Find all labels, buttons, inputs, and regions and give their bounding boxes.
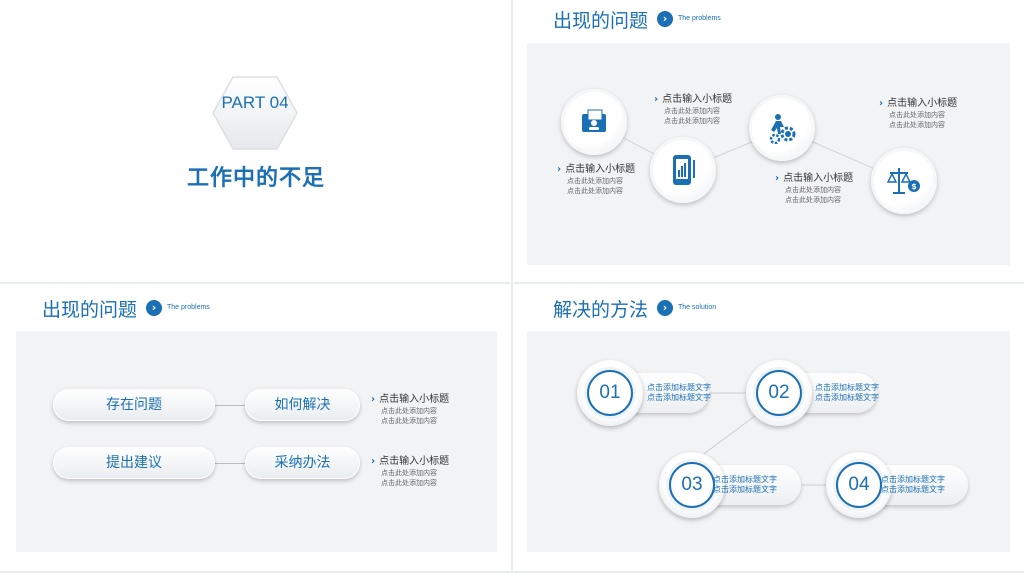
slide-thumbnail-problems-icons[interactable]: 出现的问题 › The problems $ › 点击输入小标题 点击此处添加内… [513, 0, 1024, 282]
part-label: PART 04 [221, 93, 289, 112]
content-area: 存在问题 如何解决 提出建议 采纳办法 › 点击输入小标题 点击此处添加内容 点击… [16, 331, 497, 552]
chevron-right-icon: › [146, 300, 162, 316]
step-number: 03 [669, 462, 715, 508]
chevron-right-icon: › [657, 300, 673, 316]
pill-exist-problem: 存在问题 [53, 389, 215, 421]
connector-line [215, 405, 245, 406]
item-label-3: › 点击输入小标题 点击此处添加内容 点击此处添加内容 [775, 173, 854, 204]
row-label-2: › 点击输入小标题 点击此处添加内容 点击此处添加内容 [371, 456, 450, 487]
hexagon-badge [212, 76, 298, 150]
step-number: 04 [836, 462, 882, 508]
pill-how-solve: 如何解决 [245, 389, 360, 421]
pill-suggestion: 提出建议 [53, 447, 215, 479]
content-area: $ › 点击输入小标题 点击此处添加内容 点击此处添加内容 › 点击输入小标题 点击… [527, 43, 1010, 265]
phone-chart-icon [673, 155, 695, 185]
icon-circle-2 [650, 137, 716, 203]
next-row-strip [0, 573, 1024, 577]
slide-thumbnail-part04[interactable]: PART 04 工作中的不足 [0, 0, 511, 282]
content-area: 01 02 03 04 点击添加标题文字 点击添加标题文字 点击添加标题文字 点击添… [527, 331, 1010, 552]
step-text-3: 点击添加标题文字 点击添加标题文字 [713, 475, 777, 494]
slide-subtitle: The problems [678, 15, 721, 22]
icon-circle-4: $ [871, 148, 937, 214]
connector-line [215, 463, 245, 464]
step-number: 01 [587, 370, 633, 416]
folder-user-icon [582, 109, 606, 132]
item-label-2: › 点击输入小标题 点击此处添加内容 点击此处添加内容 [654, 94, 733, 125]
section-title: 工作中的不足 [186, 166, 325, 191]
slide-title: 出现的问题 [553, 10, 649, 32]
item-label-1: › 点击输入小标题 点击此处添加内容 点击此处添加内容 [557, 164, 636, 195]
scale-money-icon: $ [887, 168, 920, 194]
svg-text:$: $ [911, 182, 917, 191]
step-text-4: 点击添加标题文字 点击添加标题文字 [881, 475, 945, 494]
row-label-1: › 点击输入小标题 点击此处添加内容 点击此处添加内容 [371, 394, 450, 425]
step-ring-2: 02 [746, 360, 812, 426]
item-label-4: › 点击输入小标题 点击此处添加内容 点击此处添加内容 [879, 98, 958, 129]
person-gears-icon [769, 114, 796, 144]
icon-circle-1 [561, 89, 627, 155]
slide-thumbnail-problems-pills[interactable]: 出现的问题 › The problems 存在问题 如何解决 提出建议 采纳办法… [0, 284, 511, 571]
slide-thumbnail-solution[interactable]: 解决的方法 › The solution 01 02 03 04 点击添加标题文… [513, 284, 1024, 571]
chevron-right-icon: › [657, 11, 673, 27]
step-ring-1: 01 [577, 360, 643, 426]
pill-adopt-method: 采纳办法 [245, 447, 360, 479]
step-number: 02 [756, 370, 802, 416]
slide-subtitle: The problems [167, 304, 210, 311]
slide-title: 出现的问题 [42, 299, 138, 321]
step-text-2: 点击添加标题文字 点击添加标题文字 [815, 383, 879, 402]
slide-subtitle: The solution [678, 304, 717, 311]
icon-circle-3 [749, 95, 815, 161]
slide-title: 解决的方法 [553, 299, 649, 321]
step-text-1: 点击添加标题文字 点击添加标题文字 [647, 383, 711, 402]
